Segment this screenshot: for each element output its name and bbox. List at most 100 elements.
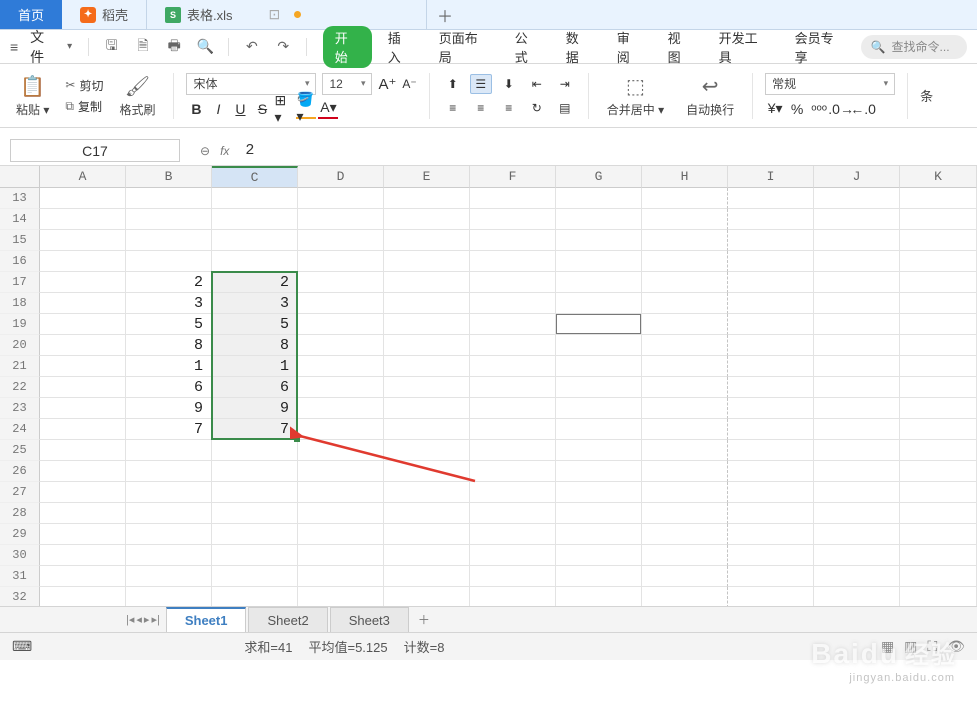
cell-B32[interactable] [126, 587, 212, 606]
row-header-14[interactable]: 14 [0, 209, 40, 230]
sheet-tab-sheet1[interactable]: Sheet1 [166, 607, 247, 632]
cell-K25[interactable] [900, 440, 977, 461]
cell-I28[interactable] [728, 503, 814, 524]
burger-icon[interactable]: ≡ [10, 39, 18, 55]
row-header-24[interactable]: 24 [0, 419, 40, 440]
cell-B25[interactable] [126, 440, 212, 461]
cell-J27[interactable] [814, 482, 900, 503]
cell-A15[interactable] [40, 230, 126, 251]
cell-I31[interactable] [728, 566, 814, 587]
col-header-H[interactable]: H [642, 166, 728, 188]
cell-B23[interactable]: 9 [126, 398, 212, 419]
cell-F29[interactable] [470, 524, 556, 545]
cond-format-label[interactable]: 条 [920, 86, 933, 105]
cell-I29[interactable] [728, 524, 814, 545]
cell-H16[interactable] [642, 251, 728, 272]
cell-J23[interactable] [814, 398, 900, 419]
row-header-21[interactable]: 21 [0, 356, 40, 377]
cell-C30[interactable] [212, 545, 298, 566]
cell-E29[interactable] [384, 524, 470, 545]
cell-H20[interactable] [642, 335, 728, 356]
cell-C15[interactable] [212, 230, 298, 251]
cell-E32[interactable] [384, 587, 470, 606]
cell-F19[interactable] [470, 314, 556, 335]
cell-F27[interactable] [470, 482, 556, 503]
cell-I16[interactable] [728, 251, 814, 272]
cell-D23[interactable] [298, 398, 384, 419]
ribbon-tab-start[interactable]: 开始 [323, 26, 372, 68]
align-top-icon[interactable]: ⬆ [442, 74, 464, 94]
save-icon[interactable]: 🖫 [103, 38, 120, 56]
cell-D22[interactable] [298, 377, 384, 398]
col-header-A[interactable]: A [40, 166, 126, 188]
cell-H18[interactable] [642, 293, 728, 314]
cell-E22[interactable] [384, 377, 470, 398]
cell-H23[interactable] [642, 398, 728, 419]
cell-A26[interactable] [40, 461, 126, 482]
cell-E30[interactable] [384, 545, 470, 566]
cell-J24[interactable] [814, 419, 900, 440]
cell-D25[interactable] [298, 440, 384, 461]
cell-G19[interactable] [556, 314, 642, 335]
cell-A29[interactable] [40, 524, 126, 545]
cell-E21[interactable] [384, 356, 470, 377]
cell-K24[interactable] [900, 419, 977, 440]
cell-C18[interactable]: 3 [212, 293, 298, 314]
rotate-icon[interactable]: ↻ [526, 98, 548, 118]
font-size-select[interactable]: 12▾ [322, 73, 372, 95]
save-as-icon[interactable]: 🗎 [134, 38, 151, 56]
italic-button[interactable]: I [208, 99, 228, 119]
cell-K21[interactable] [900, 356, 977, 377]
cell-G27[interactable] [556, 482, 642, 503]
border-button[interactable]: ⊞ ▾ [274, 99, 294, 119]
row-header-30[interactable]: 30 [0, 545, 40, 566]
ribbon-tab-layout[interactable]: 页面布局 [429, 28, 499, 66]
align-right-icon[interactable]: ≡ [498, 98, 520, 118]
cell-A24[interactable] [40, 419, 126, 440]
cell-A23[interactable] [40, 398, 126, 419]
cell-F28[interactable] [470, 503, 556, 524]
command-search[interactable]: 🔍 查找命令... [861, 35, 967, 59]
cell-B19[interactable]: 5 [126, 314, 212, 335]
cell-B18[interactable]: 3 [126, 293, 212, 314]
cell-J15[interactable] [814, 230, 900, 251]
number-format-select[interactable]: 常规▾ [765, 73, 895, 95]
preview-icon[interactable]: 🔍 [197, 38, 214, 56]
cell-H21[interactable] [642, 356, 728, 377]
col-header-I[interactable]: I [728, 166, 814, 188]
cell-D18[interactable] [298, 293, 384, 314]
cell-G23[interactable] [556, 398, 642, 419]
cell-A32[interactable] [40, 587, 126, 606]
ribbon-tab-review[interactable]: 审阅 [607, 28, 652, 66]
cell-J31[interactable] [814, 566, 900, 587]
cell-C28[interactable] [212, 503, 298, 524]
cell-I24[interactable] [728, 419, 814, 440]
currency-icon[interactable]: ¥▾ [765, 99, 785, 119]
cell-G14[interactable] [556, 209, 642, 230]
cell-H26[interactable] [642, 461, 728, 482]
align-bottom-icon[interactable]: ⬇ [498, 74, 520, 94]
cell-E20[interactable] [384, 335, 470, 356]
cell-D31[interactable] [298, 566, 384, 587]
cell-B31[interactable] [126, 566, 212, 587]
cell-I19[interactable] [728, 314, 814, 335]
cell-C25[interactable] [212, 440, 298, 461]
row-header-20[interactable]: 20 [0, 335, 40, 356]
undo-icon[interactable]: ↶ [243, 38, 260, 56]
cell-B16[interactable] [126, 251, 212, 272]
dec-inc-icon[interactable]: .0→ [831, 99, 851, 119]
cell-I25[interactable] [728, 440, 814, 461]
cell-H15[interactable] [642, 230, 728, 251]
paste-button[interactable]: 📋 粘贴 ▾ [10, 72, 55, 120]
cell-I17[interactable] [728, 272, 814, 293]
row-header-13[interactable]: 13 [0, 188, 40, 209]
cell-C32[interactable] [212, 587, 298, 606]
cell-D19[interactable] [298, 314, 384, 335]
col-header-D[interactable]: D [298, 166, 384, 188]
cell-E25[interactable] [384, 440, 470, 461]
row-header-19[interactable]: 19 [0, 314, 40, 335]
cell-E19[interactable] [384, 314, 470, 335]
cell-F20[interactable] [470, 335, 556, 356]
bold-button[interactable]: B [186, 99, 206, 119]
cell-C24[interactable]: 7 [212, 419, 298, 440]
